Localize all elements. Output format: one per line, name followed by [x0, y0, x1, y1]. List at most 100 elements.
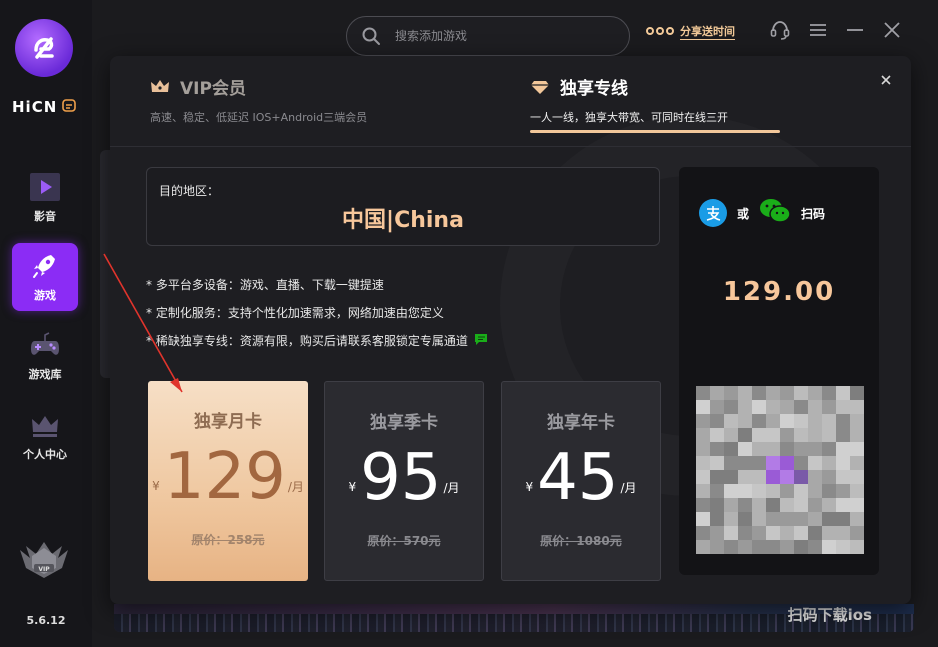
qr-pixel	[808, 428, 822, 442]
original-price: 原价：1080元	[540, 534, 622, 548]
qr-pixel	[752, 428, 766, 442]
qr-pixel	[822, 456, 836, 470]
qr-pixel	[696, 498, 710, 512]
qr-pixel	[850, 456, 864, 470]
qr-pixel	[738, 498, 752, 512]
customer-service-icon[interactable]	[61, 97, 77, 117]
qr-pixel	[822, 540, 836, 554]
qr-pixel	[710, 386, 724, 400]
qr-pixel	[794, 442, 808, 456]
brand: HiCN	[12, 96, 84, 118]
brand-name: HiCN	[12, 98, 58, 116]
qr-pixel	[752, 414, 766, 428]
qr-pixel	[794, 512, 808, 526]
plan-card-yearly[interactable]: 独享年卡 ¥ 45 /月 原价：1080元	[501, 381, 661, 581]
crown-icon	[151, 79, 169, 92]
qr-pixel	[794, 456, 808, 470]
search-input[interactable]	[395, 29, 595, 43]
support-headset-button[interactable]	[768, 18, 792, 42]
dialog-close-button[interactable]	[879, 72, 895, 88]
menu-button[interactable]	[806, 18, 830, 42]
price-unit: /月	[443, 481, 460, 495]
qr-pixel	[766, 512, 780, 526]
tab-vip-membership[interactable]: VIP会员 高速、稳定、低延迟 IOS+Android三端会员	[150, 74, 367, 125]
qr-pixel	[780, 414, 794, 428]
vip-badge-text: VIP	[38, 566, 50, 573]
currency-symbol: ¥	[525, 480, 534, 494]
divider	[110, 146, 911, 147]
or-text: 或	[737, 206, 750, 221]
plan-name: 独享季卡	[370, 413, 438, 433]
qr-pixel	[808, 540, 822, 554]
qr-pixel	[822, 470, 836, 484]
chat-icon[interactable]	[474, 333, 490, 347]
qr-pixel	[710, 540, 724, 554]
sidebar-item-game-library[interactable]: 游戏库	[12, 322, 78, 390]
qr-pixel	[808, 498, 822, 512]
feature-item: * 定制化服务：支持个性化加速需求，网络加速由您定义	[146, 298, 490, 326]
close-window-button[interactable]	[880, 18, 904, 42]
qr-pixel	[724, 442, 738, 456]
price-row: ¥ 95 /月	[325, 446, 483, 510]
qr-pixel	[766, 428, 780, 442]
qr-pixel	[724, 512, 738, 526]
qr-pixel	[822, 526, 836, 540]
sidebar-item-games[interactable]: 游戏	[12, 243, 78, 311]
feature-list: * 多平台多设备：游戏、直播、下载一键提速 * 定制化服务：支持个性化加速需求，…	[146, 270, 490, 354]
qr-pixel	[836, 470, 850, 484]
search-box[interactable]	[346, 16, 630, 56]
qr-pixel	[794, 484, 808, 498]
qr-pixel	[696, 400, 710, 414]
qr-pixel	[752, 526, 766, 540]
qr-pixel	[808, 414, 822, 428]
download-banner[interactable]: 扫码下载ios	[114, 604, 914, 632]
sidebar-item-profile[interactable]: 个人中心	[12, 402, 78, 470]
qr-pixel	[724, 470, 738, 484]
sidebar-item-label: 个人中心	[23, 448, 67, 461]
minimize-button[interactable]	[843, 18, 867, 42]
tab-exclusive-line[interactable]: 独享专线 一人一线，独享大带宽、可同时在线三开	[530, 74, 728, 125]
plan-card-quarterly[interactable]: 独享季卡 ¥ 95 /月 原价：570元	[324, 381, 484, 581]
qr-pixel	[794, 470, 808, 484]
qr-pixel	[752, 512, 766, 526]
qr-pixel	[738, 400, 752, 414]
qr-pixel	[724, 484, 738, 498]
qr-pixel	[822, 484, 836, 498]
feature-item: * 稀缺独享专线：资源有限，购买后请联系客服锁定专属通道	[146, 326, 490, 354]
feature-text: * 稀缺独享专线：资源有限，购买后请联系客服锁定专属通道	[146, 333, 468, 348]
sidebar-item-media[interactable]: 影音	[12, 164, 78, 232]
qr-pixel	[836, 400, 850, 414]
plan-name: 独享月卡	[194, 412, 262, 432]
qr-pixel	[850, 400, 864, 414]
qr-pixel	[808, 484, 822, 498]
qr-pixel	[752, 540, 766, 554]
qr-pixel	[780, 484, 794, 498]
qr-pixel	[836, 414, 850, 428]
qr-pixel	[780, 512, 794, 526]
payment-amount: 129.00	[722, 277, 836, 307]
vip-emblem-icon[interactable]: VIP	[16, 540, 72, 582]
destination-selector[interactable]: 目的地区： 中国|China	[146, 167, 660, 246]
destination-label: 目的地区：	[159, 184, 220, 198]
qr-pixel	[766, 456, 780, 470]
diamond-icon	[531, 80, 549, 94]
close-icon	[881, 75, 891, 85]
plan-card-monthly[interactable]: 独享月卡 ¥ 129 /月 原价：258元	[148, 381, 308, 581]
plan-price: 95	[360, 441, 442, 515]
qr-pixel	[850, 442, 864, 456]
qr-pixel	[752, 386, 766, 400]
sidebar: HiCN 影音 游戏 游戏库 个人中心 VIP 5.6.12	[0, 0, 92, 647]
sidebar-item-label: 游戏	[34, 289, 56, 302]
qr-pixel	[710, 512, 724, 526]
app-logo	[15, 19, 73, 77]
qr-pixel	[710, 526, 724, 540]
qr-pixel	[724, 498, 738, 512]
qr-pixel	[710, 498, 724, 512]
qr-pixel	[738, 442, 752, 456]
share-for-time-link[interactable]: 分享送时间	[646, 20, 735, 42]
qr-pixel	[850, 526, 864, 540]
qr-pixel	[696, 470, 710, 484]
qr-pixel	[724, 428, 738, 442]
qr-pixel	[766, 414, 780, 428]
qr-pixel	[836, 484, 850, 498]
